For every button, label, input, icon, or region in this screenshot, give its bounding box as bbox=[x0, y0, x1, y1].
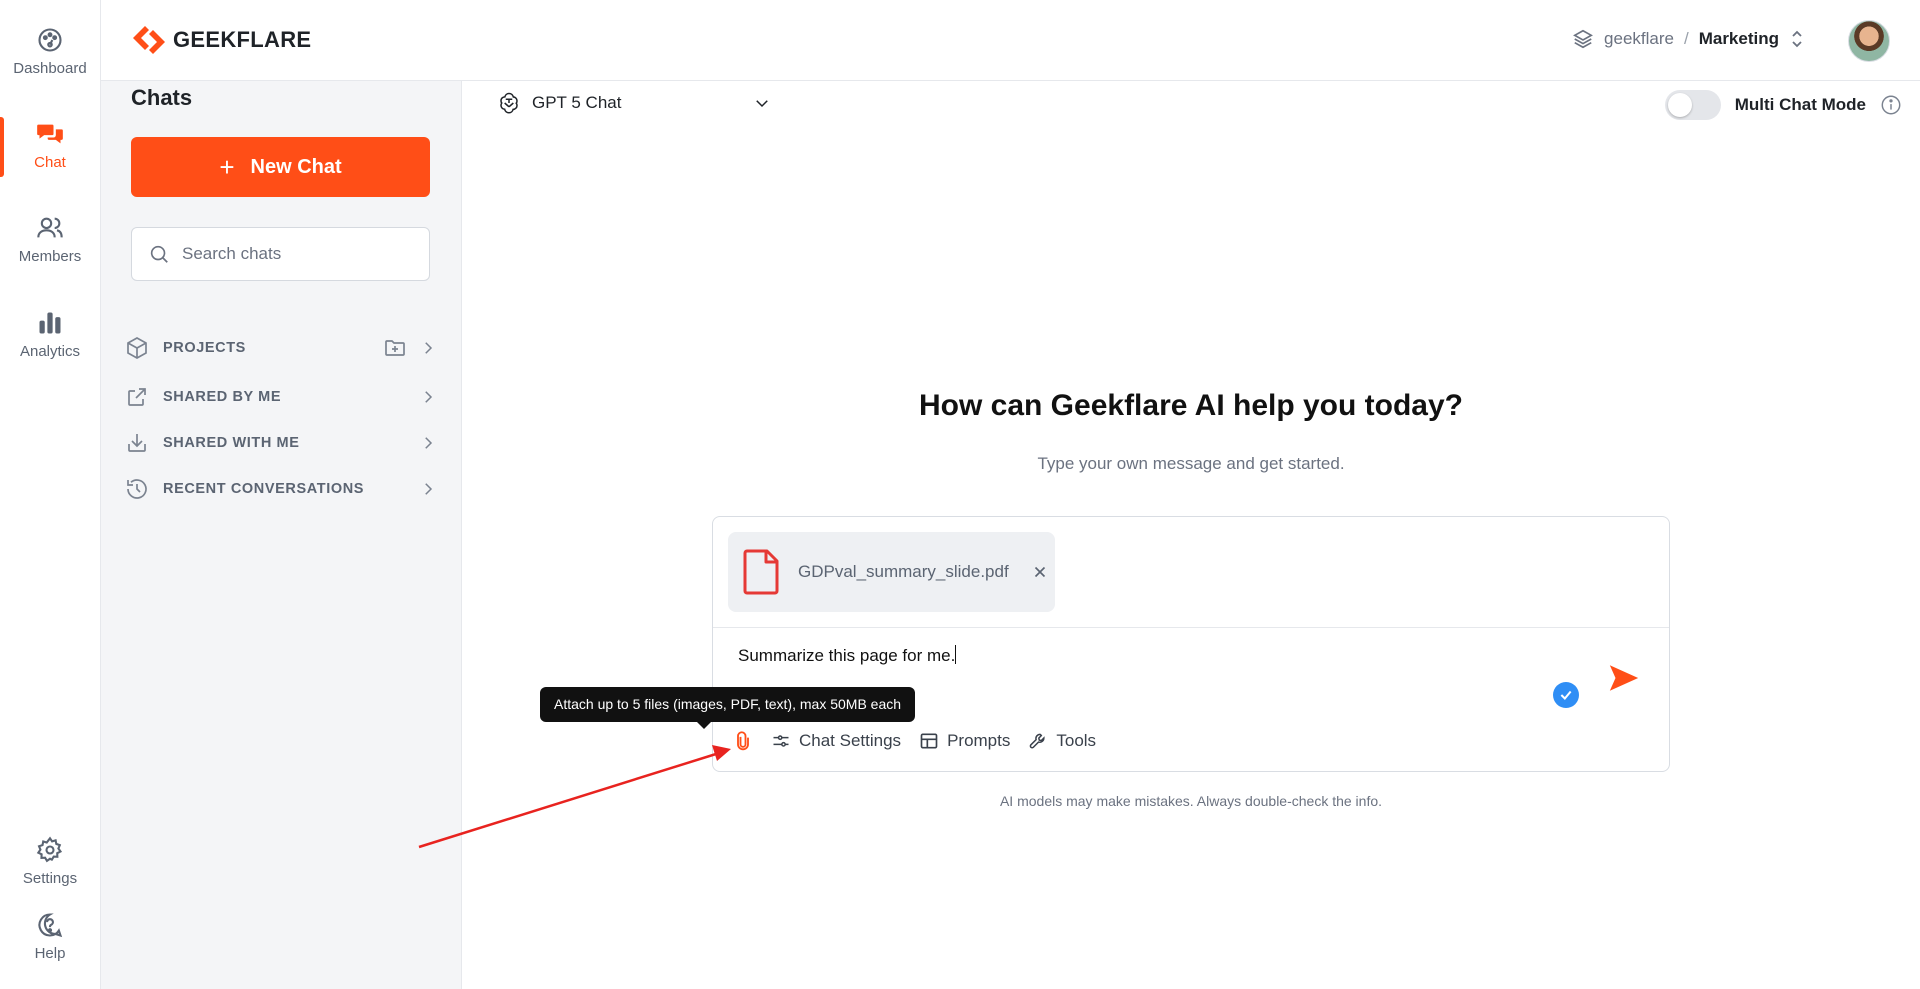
model-selector[interactable]: GPT 5 Chat bbox=[496, 90, 771, 116]
new-chat-button[interactable]: + New Chat bbox=[131, 137, 430, 197]
rail-item-chat[interactable]: Chat bbox=[0, 120, 100, 171]
rail-item-dashboard[interactable]: Dashboard bbox=[0, 26, 100, 77]
chat-settings-button[interactable]: Chat Settings bbox=[771, 731, 901, 751]
section-shared-with-me[interactable]: SHARED WITH ME bbox=[125, 423, 437, 463]
attachment-name: GDPval_summary_slide.pdf bbox=[798, 562, 1009, 581]
icon-rail: Dashboard Chat Members Analytics Setting… bbox=[0, 0, 101, 989]
sliders-icon bbox=[773, 735, 789, 747]
chevron-right-icon[interactable] bbox=[419, 339, 437, 357]
attach-tooltip: Attach up to 5 files (images, PDF, text)… bbox=[540, 687, 916, 729]
rail-item-members[interactable]: Members bbox=[0, 214, 100, 265]
rail-label-settings: Settings bbox=[22, 870, 78, 887]
workspace-separator: / bbox=[1683, 29, 1689, 48]
gear-icon bbox=[36, 836, 63, 863]
disclaimer: AI models may make mistakes. Always doub… bbox=[999, 793, 1383, 809]
geekflare-logo-icon bbox=[133, 26, 165, 54]
info-icon[interactable] bbox=[1880, 94, 1902, 116]
layers-icon bbox=[1573, 29, 1593, 49]
send-icon[interactable] bbox=[1607, 661, 1641, 695]
analytics-icon bbox=[39, 312, 61, 334]
composer-divider bbox=[713, 627, 1669, 628]
tools-button[interactable]: Tools bbox=[1028, 731, 1096, 751]
workspace-name: geekflare bbox=[1604, 29, 1674, 48]
section-label-projects: PROJECTS bbox=[163, 340, 246, 356]
search-chats bbox=[131, 227, 430, 281]
help-icon bbox=[38, 913, 63, 938]
rail-label-chat: Chat bbox=[34, 154, 66, 171]
cube-icon bbox=[127, 337, 147, 359]
rail-label-dashboard: Dashboard bbox=[13, 60, 87, 77]
text-cursor bbox=[955, 645, 957, 664]
chat-settings-label: Chat Settings bbox=[799, 731, 902, 750]
new-chat-label: New Chat bbox=[250, 155, 342, 178]
chevron-down-icon bbox=[756, 100, 768, 108]
chat-icon bbox=[37, 124, 63, 144]
user-avatar[interactable] bbox=[1848, 20, 1890, 62]
composer-toolbar: Chat Settings Prompts Tools bbox=[733, 731, 1096, 751]
search-input[interactable] bbox=[182, 244, 402, 264]
rail-label-members: Members bbox=[18, 248, 82, 265]
chevron-right-icon[interactable] bbox=[419, 480, 437, 498]
remove-attachment-icon[interactable] bbox=[1031, 563, 1049, 581]
rail-item-help[interactable]: Help bbox=[0, 911, 100, 962]
multi-chat-label: Multi Chat Mode bbox=[1734, 95, 1866, 114]
model-name: GPT 5 Chat bbox=[532, 93, 622, 112]
section-label-recent-conversations: RECENT CONVERSATIONS bbox=[163, 481, 365, 497]
rail-item-analytics[interactable]: Analytics bbox=[0, 309, 100, 360]
section-recent-conversations[interactable]: RECENT CONVERSATIONS bbox=[125, 469, 437, 509]
hero-subtitle: Type your own message and get started. bbox=[1037, 454, 1345, 473]
add-folder-icon[interactable] bbox=[383, 336, 407, 360]
multi-chat-toggle[interactable] bbox=[1664, 90, 1721, 120]
logo-text: GEEKFLARE bbox=[173, 27, 312, 52]
message-composer: GDPval_summary_slide.pdf Summarize this … bbox=[712, 516, 1670, 772]
openai-icon bbox=[500, 92, 518, 114]
rail-item-settings[interactable]: Settings bbox=[0, 836, 100, 887]
chevron-updown-icon bbox=[1792, 30, 1802, 48]
dashboard-icon bbox=[38, 28, 62, 52]
attachment-chip: GDPval_summary_slide.pdf bbox=[728, 532, 1055, 612]
chevron-right-icon[interactable] bbox=[419, 388, 437, 406]
rail-label-help: Help bbox=[34, 945, 66, 962]
check-icon bbox=[1560, 690, 1572, 701]
sidebar-title: Chats bbox=[131, 85, 193, 110]
prompts-icon bbox=[920, 733, 938, 749]
team-name: Marketing bbox=[1698, 29, 1779, 48]
main-panel: GPT 5 Chat Multi Chat Mode How can Geekf… bbox=[462, 81, 1920, 989]
multi-chat-mode: Multi Chat Mode bbox=[1664, 90, 1902, 120]
section-projects[interactable]: PROJECTS bbox=[125, 328, 437, 368]
file-icon bbox=[743, 549, 779, 595]
share-in-icon bbox=[128, 434, 146, 452]
check-badge bbox=[1553, 682, 1579, 708]
geekflare-logo[interactable]: GEEKFLARE bbox=[131, 22, 311, 58]
share-out-icon bbox=[128, 388, 146, 406]
paperclip-icon bbox=[737, 731, 749, 751]
chats-sidebar: Chats + New Chat PROJECTS SHARED BY ME S… bbox=[101, 81, 462, 989]
wrench-icon bbox=[1030, 733, 1045, 749]
attach-button[interactable] bbox=[733, 731, 753, 751]
prompts-label: Prompts bbox=[947, 731, 1011, 750]
search-icon bbox=[150, 245, 168, 263]
rail-label-analytics: Analytics bbox=[19, 343, 81, 360]
section-shared-by-me[interactable]: SHARED BY ME bbox=[125, 377, 437, 417]
tools-label: Tools bbox=[1056, 731, 1097, 750]
top-bar: GEEKFLARE geekflare / Marketing bbox=[101, 0, 1920, 81]
message-text: Summarize this page for me. bbox=[738, 646, 956, 665]
prompts-button[interactable]: Prompts bbox=[919, 731, 1010, 751]
message-input[interactable]: Summarize this page for me. bbox=[738, 645, 957, 666]
plus-icon: + bbox=[219, 151, 235, 182]
section-label-shared-with-me: SHARED WITH ME bbox=[163, 435, 300, 451]
section-label-shared-by-me: SHARED BY ME bbox=[163, 389, 282, 405]
history-icon bbox=[127, 479, 147, 499]
hero-title: How can Geekflare AI help you today? bbox=[918, 389, 1463, 422]
chevron-right-icon[interactable] bbox=[419, 434, 437, 452]
members-icon bbox=[37, 217, 63, 238]
workspace-switcher[interactable]: geekflare / Marketing bbox=[1572, 28, 1805, 50]
